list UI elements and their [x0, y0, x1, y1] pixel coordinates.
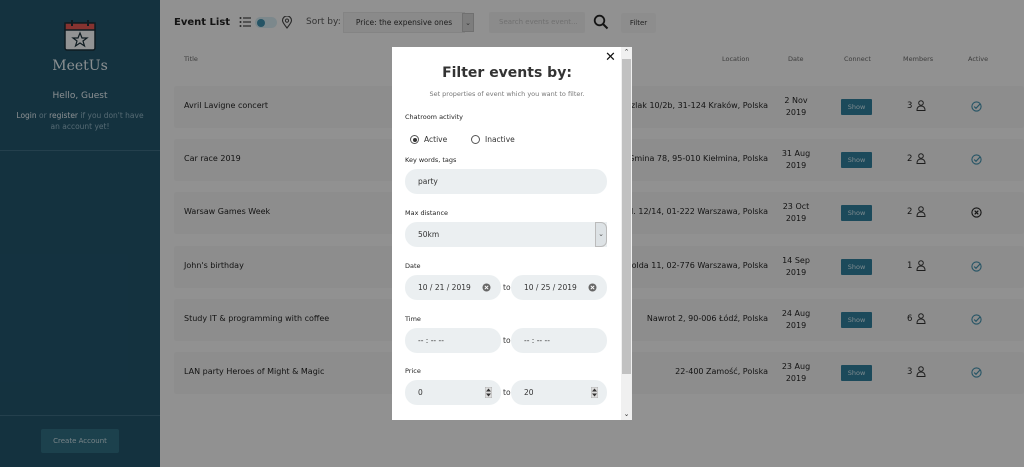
keywords-input[interactable]: party: [405, 169, 607, 194]
scroll-thumb[interactable]: [622, 59, 631, 374]
radio-active-label: Active: [424, 135, 448, 144]
price-to-label: to: [503, 388, 511, 397]
clear-icon[interactable]: [482, 283, 491, 292]
price-from-value: 0: [418, 388, 423, 397]
filter-modal: ✕ Filter events by: Set properties of ev…: [392, 47, 632, 420]
chevron-down-icon[interactable]: ⌄: [595, 222, 607, 247]
chatroom-activity-label: Chatroom activity: [405, 113, 464, 121]
keywords-label: Key words, tags: [405, 156, 457, 164]
price-from-input[interactable]: 0: [405, 380, 501, 405]
modal-title: Filter events by:: [442, 65, 572, 81]
close-icon[interactable]: ✕: [605, 51, 616, 64]
date-to-input[interactable]: 10 / 25 / 2019: [511, 275, 607, 300]
clear-icon[interactable]: [588, 283, 597, 292]
modal-scrollbar[interactable]: ⌃ ⌄: [621, 47, 632, 420]
price-to-value: 20: [524, 388, 534, 397]
spinner-icon[interactable]: [485, 387, 492, 398]
date-label: Date: [405, 262, 421, 270]
date-to-value: 10 / 25 / 2019: [524, 283, 577, 292]
max-distance-label: Max distance: [405, 209, 449, 217]
time-to-label: to: [503, 336, 511, 345]
modal-subtitle: Set properties of event which you want t…: [429, 90, 585, 98]
time-label: Time: [405, 315, 421, 323]
price-label: Price: [405, 367, 421, 375]
time-from-input[interactable]: -- : -- --: [405, 328, 501, 353]
time-to-input[interactable]: -- : -- --: [511, 328, 607, 353]
price-to-input[interactable]: 20: [511, 380, 607, 405]
max-distance-select[interactable]: 50km: [405, 222, 607, 247]
chevron-down-icon[interactable]: ⌄: [621, 409, 632, 419]
date-from-input[interactable]: 10 / 21 / 2019: [405, 275, 501, 300]
chevron-up-icon[interactable]: ⌃: [621, 47, 632, 57]
spinner-icon[interactable]: [591, 387, 598, 398]
date-to-label: to: [503, 283, 511, 292]
radio-inactive-label: Inactive: [485, 135, 515, 144]
radio-inactive[interactable]: [471, 135, 480, 144]
date-from-value: 10 / 21 / 2019: [418, 283, 471, 292]
radio-active[interactable]: [410, 135, 419, 144]
